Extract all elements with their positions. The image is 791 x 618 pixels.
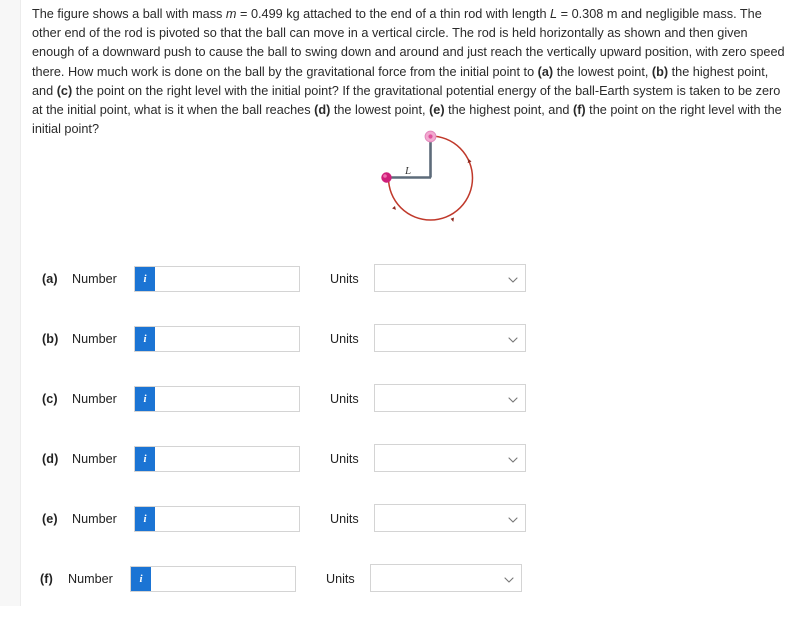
units-select-wrapper[interactable] bbox=[374, 264, 526, 292]
units-label: Units bbox=[326, 572, 355, 586]
problem-segment: m bbox=[225, 7, 237, 21]
number-input[interactable] bbox=[155, 387, 299, 411]
number-field-group: i bbox=[134, 446, 300, 472]
problem-statement: The figure shows a ball with mass m = 0.… bbox=[32, 5, 789, 139]
problem-segment: (c) bbox=[56, 83, 73, 98]
problem-segment: (f) bbox=[572, 103, 586, 118]
answer-row-tag: (f) bbox=[40, 572, 53, 586]
problem-segment: the lowest point, bbox=[553, 64, 652, 79]
answer-row-tag: (e) bbox=[42, 512, 58, 526]
units-select[interactable] bbox=[375, 385, 525, 411]
answer-row: (d) Number i Units bbox=[21, 438, 791, 498]
number-label: Number bbox=[72, 332, 117, 346]
units-label: Units bbox=[330, 392, 359, 406]
answer-row-tag: (a) bbox=[42, 272, 58, 286]
answer-row: (c) Number i Units bbox=[21, 378, 791, 438]
number-input[interactable] bbox=[155, 327, 299, 351]
number-input[interactable] bbox=[155, 447, 299, 471]
left-gutter bbox=[0, 0, 21, 606]
info-icon[interactable]: i bbox=[135, 507, 155, 531]
units-select-wrapper[interactable] bbox=[374, 384, 526, 412]
number-field-group: i bbox=[134, 506, 300, 532]
units-label: Units bbox=[330, 452, 359, 466]
question-page: The figure shows a ball with mass m = 0.… bbox=[21, 0, 791, 606]
units-select[interactable] bbox=[375, 445, 525, 471]
ball-center bbox=[428, 134, 433, 139]
info-icon[interactable]: i bbox=[135, 447, 155, 471]
number-label: Number bbox=[72, 392, 117, 406]
info-icon[interactable]: i bbox=[135, 387, 155, 411]
problem-segment: the lowest point, bbox=[330, 103, 430, 118]
answer-row-tag: (c) bbox=[42, 392, 58, 406]
units-select[interactable] bbox=[375, 325, 525, 351]
number-label: Number bbox=[68, 572, 113, 586]
answer-row-tag: (d) bbox=[42, 452, 59, 466]
problem-segment: (d) bbox=[314, 103, 331, 118]
units-select[interactable] bbox=[375, 265, 525, 291]
answer-row: (e) Number i Units bbox=[21, 498, 791, 558]
units-select-wrapper[interactable] bbox=[374, 324, 526, 352]
problem-segment: the highest point, and bbox=[444, 103, 573, 118]
pivot-ball-icon bbox=[381, 172, 392, 183]
problem-segment: (b) bbox=[651, 64, 669, 79]
pivot-ball-highlight bbox=[383, 174, 387, 178]
problem-segment: The figure shows a ball with mass bbox=[32, 7, 226, 21]
info-icon[interactable]: i bbox=[135, 327, 155, 351]
units-select[interactable] bbox=[371, 565, 521, 591]
number-input[interactable] bbox=[151, 567, 295, 591]
number-label: Number bbox=[72, 452, 117, 466]
units-label: Units bbox=[330, 272, 359, 286]
rod-length-label: L bbox=[404, 165, 411, 177]
info-icon[interactable]: i bbox=[131, 567, 151, 591]
number-input[interactable] bbox=[155, 507, 299, 531]
problem-segment: (e) bbox=[429, 103, 445, 118]
units-label: Units bbox=[330, 512, 359, 526]
number-label: Number bbox=[72, 512, 117, 526]
units-select-wrapper[interactable] bbox=[374, 504, 526, 532]
number-field-group: i bbox=[130, 566, 296, 592]
units-label: Units bbox=[330, 332, 359, 346]
number-input[interactable] bbox=[155, 267, 299, 291]
answer-row: (f) Number i Units bbox=[21, 558, 791, 618]
units-select[interactable] bbox=[375, 505, 525, 531]
answer-row-tag: (b) bbox=[42, 332, 59, 346]
info-icon[interactable]: i bbox=[135, 267, 155, 291]
number-field-group: i bbox=[134, 386, 300, 412]
answer-rows: (a) Number i Units (b) Number i Units (c) Number i… bbox=[21, 258, 791, 618]
number-field-group: i bbox=[134, 326, 300, 352]
number-field-group: i bbox=[134, 266, 300, 292]
answer-row: (b) Number i Units bbox=[21, 318, 791, 378]
units-select-wrapper[interactable] bbox=[370, 564, 522, 592]
problem-segment: = 0.499 kg attached to the end of a thin… bbox=[236, 7, 551, 21]
physics-figure: L bbox=[361, 128, 506, 240]
number-label: Number bbox=[72, 272, 117, 286]
problem-segment: (a) bbox=[537, 64, 554, 79]
answer-row: (a) Number i Units bbox=[21, 258, 791, 318]
units-select-wrapper[interactable] bbox=[374, 444, 526, 472]
